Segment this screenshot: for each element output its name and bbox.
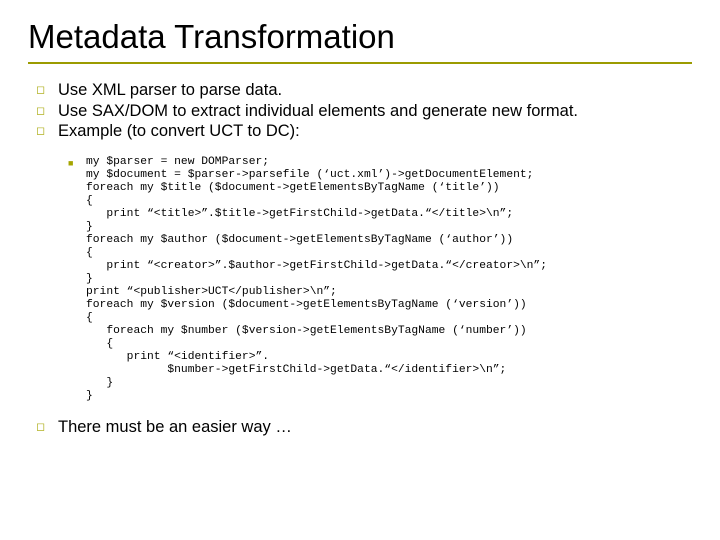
square-bullet-icon: ◻	[36, 125, 48, 139]
bullet-text: Use XML parser to parse data.	[58, 80, 282, 101]
bullet-item: ◻ Use XML parser to parse data.	[36, 80, 692, 101]
bullet-text: Example (to convert UCT to DC):	[58, 121, 300, 142]
bullet-text: There must be an easier way …	[58, 417, 292, 438]
bullet-item: ◻ There must be an easier way …	[36, 417, 692, 438]
bullet-list-bottom: ◻ There must be an easier way …	[36, 417, 692, 438]
square-bullet-icon: ◻	[36, 421, 48, 435]
code-block: ■ my $parser = new DOMParser; my $docume…	[68, 156, 692, 403]
bullet-item: ◻ Use SAX/DOM to extract individual elem…	[36, 101, 692, 122]
bullet-text: Use SAX/DOM to extract individual elemen…	[58, 101, 578, 122]
code-row: ■ my $parser = new DOMParser; my $docume…	[68, 156, 692, 403]
code-text: my $parser = new DOMParser; my $document…	[86, 156, 547, 403]
square-bullet-icon: ◻	[36, 105, 48, 119]
bullet-item: ◻ Example (to convert UCT to DC):	[36, 121, 692, 142]
slide-title: Metadata Transformation	[28, 18, 692, 64]
bullet-list: ◻ Use XML parser to parse data. ◻ Use SA…	[36, 80, 692, 142]
square-bullet-icon: ◻	[36, 84, 48, 98]
square-bullet-icon: ■	[68, 158, 78, 168]
